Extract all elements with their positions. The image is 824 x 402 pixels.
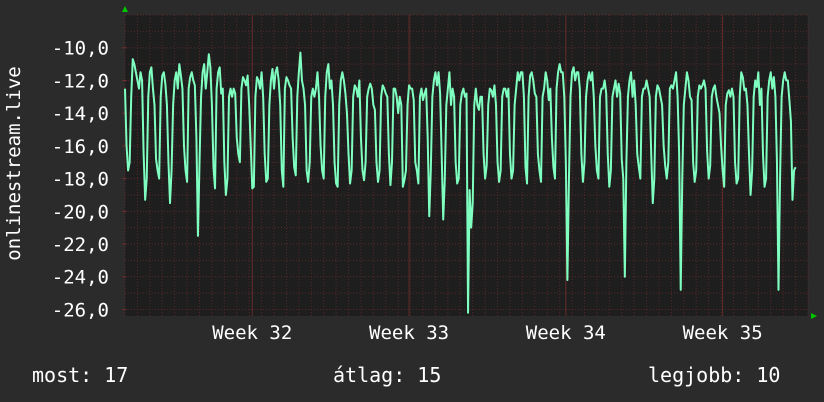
y-tick-label: -10,0 [52, 38, 109, 60]
stat-current: most: 17 [32, 363, 129, 387]
x-tick-label: Week 32 [212, 322, 292, 344]
y-axis: -10,0 -12,0 -14,0 -16,0 -18,0 -20,0 -22,0 -24,0… [52, 38, 127, 321]
x-tick-label: Week 34 [526, 322, 606, 344]
y-tick-label: -14,0 [52, 103, 109, 125]
y-tick-label: -24,0 [52, 267, 109, 289]
y-axis-title: onlinestream.live [3, 66, 25, 260]
x-tick-label: Week 33 [369, 322, 449, 344]
y-axis-arrow-icon [122, 6, 128, 12]
y-tick-label: -16,0 [52, 136, 109, 158]
chart-root: -10,0 -12,0 -14,0 -16,0 -18,0 -20,0 -22,0 -24,0… [0, 0, 824, 402]
x-axis-arrow-icon [811, 313, 817, 319]
y-tick-label: -12,0 [52, 70, 109, 92]
y-tick-label: -22,0 [52, 234, 109, 256]
y-tick-label: -26,0 [52, 299, 109, 321]
x-tick-label: Week 35 [683, 322, 763, 344]
stat-best: legjobb: 10 [648, 363, 781, 387]
y-tick-label: -20,0 [52, 201, 109, 223]
chart: -10,0 -12,0 -14,0 -16,0 -18,0 -20,0 -22,0 -24,0… [3, 6, 817, 344]
stats-bar: most: 17 átlag: 15 legjobb: 10 [0, 362, 824, 388]
y-tick-label: -18,0 [52, 169, 109, 191]
stat-average: átlag: 15 [333, 363, 442, 387]
